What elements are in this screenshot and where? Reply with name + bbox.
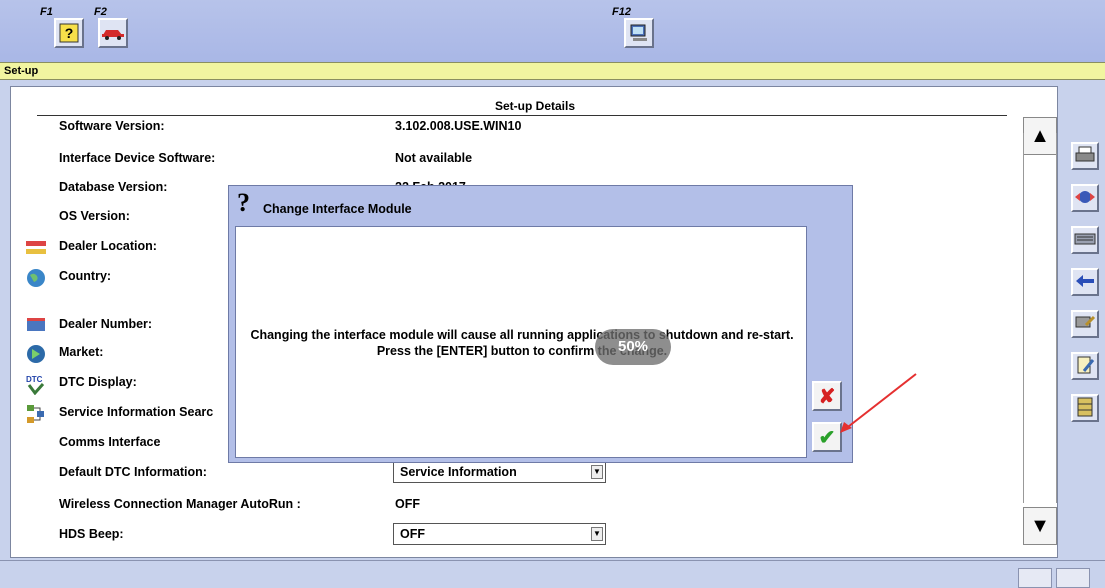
row-wireless-autorun: Wireless Connection Manager AutoRun : OF… bbox=[11, 497, 1021, 517]
chevron-down-icon[interactable]: ▼ bbox=[591, 527, 603, 541]
help-icon[interactable]: ? bbox=[54, 18, 84, 48]
row-label: OS Version: bbox=[59, 209, 130, 223]
status-box-2 bbox=[1056, 568, 1090, 588]
scroll-down-button[interactable]: ▼ bbox=[1023, 507, 1057, 545]
dealer-location-icon bbox=[25, 237, 47, 259]
row-hds-beep: HDS Beep: OFF ▼ bbox=[11, 523, 1021, 547]
row-label: Comms Interface bbox=[59, 435, 161, 449]
row-label: Service Information Searc bbox=[59, 405, 214, 419]
keyboard-button[interactable] bbox=[1071, 226, 1099, 254]
default-dtc-value: Service Information bbox=[400, 465, 517, 479]
print-icon bbox=[1075, 146, 1095, 167]
row-label: Database Version: bbox=[59, 180, 168, 194]
row-label: Country: bbox=[59, 269, 112, 283]
row-label: Interface Device Software: bbox=[59, 151, 216, 165]
row-label: Market: bbox=[59, 345, 104, 359]
status-box-1 bbox=[1018, 568, 1052, 588]
default-dtc-select[interactable]: Service Information ▼ bbox=[393, 461, 606, 483]
print-settings-button[interactable] bbox=[1071, 310, 1099, 338]
print-settings-icon bbox=[1074, 313, 1096, 336]
chevron-down-icon[interactable]: ▼ bbox=[591, 465, 603, 479]
dialog-message: Changing the interface module will cause… bbox=[250, 328, 794, 358]
row-label: Dealer Number: bbox=[59, 317, 153, 331]
dealer-number-icon bbox=[25, 315, 47, 337]
hds-beep-select[interactable]: OFF ▼ bbox=[393, 523, 606, 545]
dialog-body: Changing the interface module will cause… bbox=[235, 226, 807, 458]
keyboard-icon bbox=[1074, 231, 1096, 250]
change-interface-dialog: ? Change Interface Module Changing the i… bbox=[228, 185, 853, 463]
svg-text:?: ? bbox=[65, 25, 74, 41]
row-value: 3.102.008.USE.WIN10 bbox=[395, 119, 522, 133]
status-bar bbox=[0, 560, 1105, 588]
file-cabinet-icon bbox=[1077, 397, 1093, 420]
hds-beep-value: OFF bbox=[400, 527, 425, 541]
svg-text:DTC: DTC bbox=[26, 375, 43, 384]
market-icon bbox=[25, 343, 47, 365]
print-button[interactable] bbox=[1071, 142, 1099, 170]
row-label: HDS Beep: bbox=[59, 527, 124, 541]
f12-label: F12 bbox=[612, 6, 631, 18]
dtc-icon: DTC bbox=[25, 373, 47, 396]
file-cabinet-button[interactable] bbox=[1071, 394, 1099, 422]
edit-notes-button[interactable] bbox=[1071, 352, 1099, 380]
dialog-title: Change Interface Module bbox=[263, 202, 412, 216]
header-divider bbox=[37, 115, 1007, 116]
row-label: Wireless Connection Manager AutoRun : bbox=[59, 497, 301, 511]
globe-icon bbox=[25, 267, 47, 289]
question-icon: ? bbox=[237, 188, 250, 217]
row-label: DTC Display: bbox=[59, 375, 137, 389]
row-label: Software Version: bbox=[59, 119, 165, 133]
row-software-version: Software Version: 3.102.008.USE.WIN10 bbox=[11, 119, 1021, 139]
row-label: Dealer Location: bbox=[59, 239, 157, 253]
progress-overlay: 50% bbox=[595, 329, 671, 365]
back-button[interactable] bbox=[1071, 268, 1099, 296]
row-value: OFF bbox=[395, 497, 420, 511]
top-toolbar: F1 ? F2 F12 bbox=[0, 0, 1105, 62]
panel-header: Set-up Details bbox=[494, 99, 575, 113]
f2-label: F2 bbox=[94, 6, 107, 18]
row-label: Default DTC Information: bbox=[59, 465, 207, 479]
back-arrow-icon bbox=[1074, 274, 1096, 291]
computer-icon[interactable] bbox=[624, 18, 654, 48]
edit-notes-icon bbox=[1075, 355, 1095, 378]
transfer-button[interactable] bbox=[1071, 184, 1099, 212]
f1-label: F1 bbox=[40, 6, 53, 18]
scrollbar-track[interactable] bbox=[1023, 133, 1057, 503]
transfer-icon bbox=[1074, 188, 1096, 209]
window-title: Set-up bbox=[0, 62, 1105, 80]
car-icon[interactable] bbox=[98, 18, 128, 48]
row-interface-device-software: Interface Device Software: Not available bbox=[11, 151, 1021, 171]
row-default-dtc-information: Default DTC Information: Service Informa… bbox=[11, 461, 1021, 485]
service-info-icon bbox=[25, 403, 47, 425]
row-value: Not available bbox=[395, 151, 473, 165]
annotation-arrow bbox=[840, 373, 917, 433]
